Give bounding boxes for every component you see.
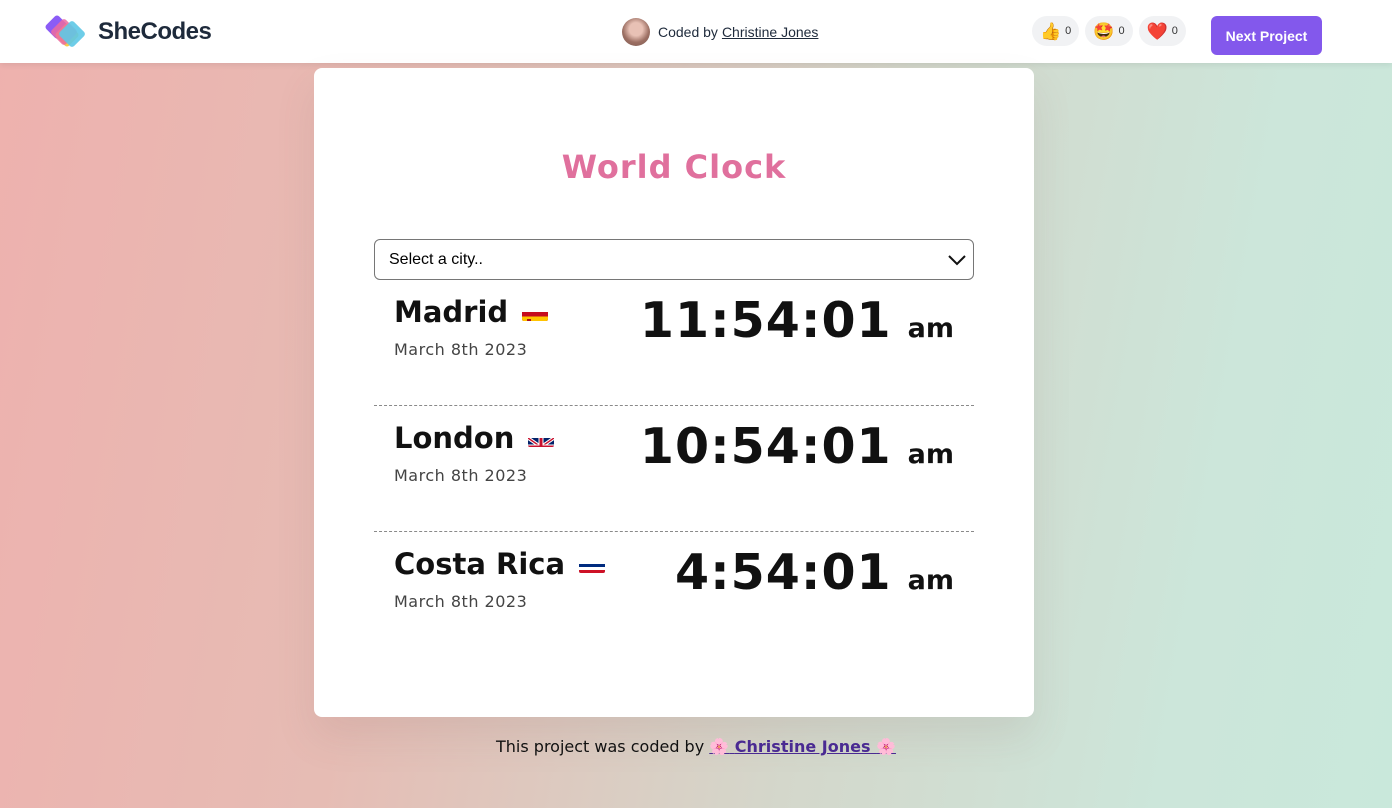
flower-icon: 🌸 (709, 737, 730, 756)
city-row-madrid: Madrid March 8th 2023 11:54:01 am (374, 280, 974, 406)
reaction-count: 0 (1171, 25, 1178, 37)
city-date: March 8th 2023 (394, 592, 528, 611)
author-link[interactable]: Christine Jones (722, 24, 819, 40)
city-date: March 8th 2023 (394, 340, 528, 359)
city-name: London (394, 421, 515, 455)
reaction-thumbs-up[interactable]: 👍 0 (1032, 16, 1080, 46)
heart-icon: ❤️ (1146, 21, 1168, 41)
footer-author-link[interactable]: 🌸 Christine Jones 🌸 (709, 737, 896, 756)
next-project-button[interactable]: Next Project (1211, 16, 1322, 55)
reaction-star-struck[interactable]: 🤩 0 (1085, 16, 1133, 46)
thumbs-up-icon: 👍 (1040, 21, 1062, 41)
city-select-value: Select a city.. (389, 250, 483, 268)
chevron-down-icon (948, 255, 966, 266)
am-pm: am (907, 439, 954, 470)
time-value: 10:54:01 (639, 418, 892, 475)
reaction-count: 0 (1118, 25, 1125, 37)
costa-rica-flag-icon (579, 555, 606, 573)
time-value: 4:54:01 (674, 544, 892, 601)
city-name-row: Madrid (394, 295, 549, 329)
city-time: 10:54:01 am (640, 418, 954, 475)
city-name-row: London (394, 421, 555, 455)
city-time: 11:54:01 am (640, 292, 954, 349)
top-bar: SheCodes Coded by Christine Jones 👍 0 🤩 … (0, 0, 1392, 63)
brand-name: SheCodes (98, 18, 212, 45)
shecodes-logo-icon (45, 15, 85, 47)
coded-by: Coded by Christine Jones (622, 17, 818, 46)
footer-author-name: Christine Jones (734, 737, 871, 756)
city-select[interactable]: Select a city.. (374, 239, 974, 280)
city-row-costa-rica: Costa Rica March 8th 2023 4:54:01 am (374, 532, 974, 658)
flower-icon: 🌸 (876, 737, 896, 756)
city-name: Costa Rica (394, 547, 566, 581)
world-clock-card: World Clock Select a city.. Madrid March… (314, 68, 1034, 717)
footer-text: This project was coded by (496, 737, 705, 756)
page-title: World Clock (561, 148, 787, 186)
reaction-heart[interactable]: ❤️ 0 (1138, 16, 1186, 46)
reactions: 👍 0 🤩 0 ❤️ 0 (1032, 16, 1186, 46)
spain-flag-icon (522, 303, 549, 321)
city-row-london: London March 8th 2023 10:54:01 am (374, 406, 974, 532)
city-time: 4:54:01 am (675, 544, 954, 601)
uk-flag-icon (528, 429, 555, 447)
star-struck-icon: 🤩 (1093, 21, 1115, 41)
time-value: 11:54:01 (639, 292, 892, 349)
city-date: March 8th 2023 (394, 466, 528, 485)
footer: This project was coded by 🌸 Christine Jo… (0, 737, 1392, 756)
coded-by-label: Coded by (658, 23, 718, 40)
am-pm: am (907, 565, 954, 596)
author-avatar (622, 17, 650, 46)
city-name: Madrid (394, 295, 509, 329)
reaction-count: 0 (1065, 25, 1072, 37)
am-pm: am (907, 313, 954, 344)
shecodes-logo[interactable]: SheCodes (44, 10, 212, 54)
city-name-row: Costa Rica (394, 547, 606, 581)
